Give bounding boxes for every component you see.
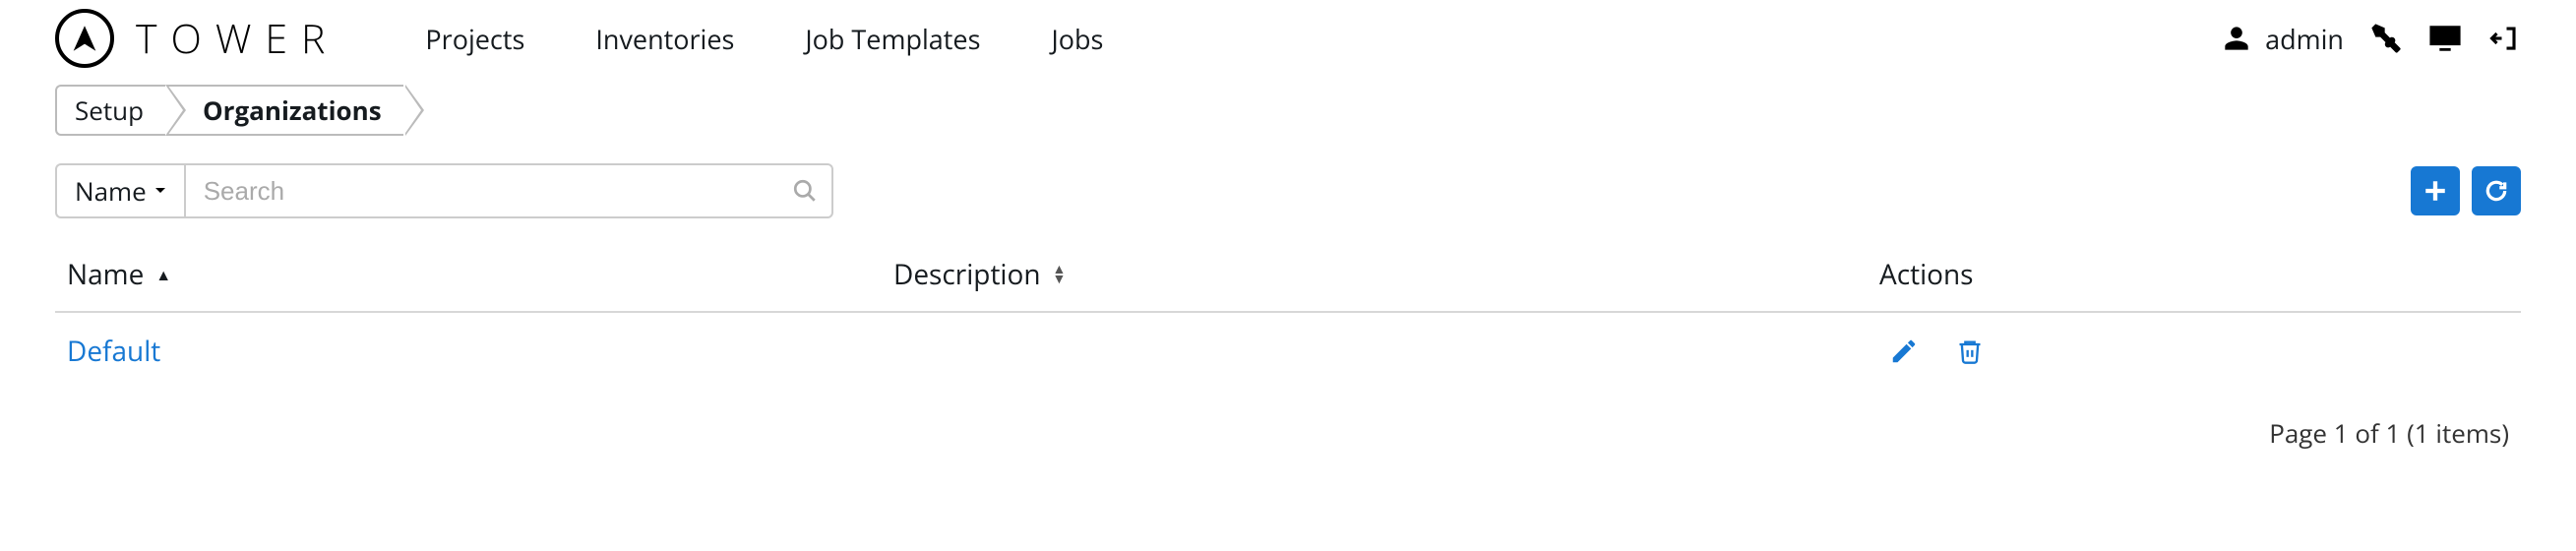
brand-logo-icon bbox=[55, 9, 114, 68]
table-header: Name ▲ Description ▲▼ Actions bbox=[55, 256, 2521, 313]
breadcrumb-label: Organizations bbox=[203, 92, 382, 128]
delete-icon[interactable] bbox=[1956, 337, 1984, 366]
search-box bbox=[184, 163, 833, 218]
refresh-button[interactable] bbox=[2472, 166, 2521, 215]
column-header-label: Actions bbox=[1879, 256, 1974, 293]
edit-icon[interactable] bbox=[1889, 337, 1919, 366]
nav-link-inventories[interactable]: Inventories bbox=[595, 21, 734, 57]
pagination-text: Page 1 of 1 (1 items) bbox=[55, 390, 2521, 451]
breadcrumb-organizations[interactable]: Organizations bbox=[165, 85, 403, 136]
toolbar-right bbox=[2411, 166, 2521, 215]
nav-links: Projects Inventories Job Templates Jobs bbox=[425, 21, 1103, 57]
toolbar: Name bbox=[55, 163, 2521, 218]
sort-asc-icon: ▲ bbox=[155, 264, 171, 285]
search-filter-dropdown[interactable]: Name bbox=[55, 163, 184, 218]
column-header-actions: Actions bbox=[1879, 256, 2509, 293]
row-actions bbox=[1879, 337, 2509, 366]
nav-user-link[interactable]: admin bbox=[2220, 21, 2344, 57]
organizations-table: Name ▲ Description ▲▼ Actions Default bbox=[55, 256, 2521, 390]
plus-icon bbox=[2423, 178, 2448, 204]
search-group: Name bbox=[55, 163, 833, 218]
column-header-name[interactable]: Name ▲ bbox=[67, 256, 893, 293]
brand[interactable]: TOWER bbox=[55, 9, 338, 68]
nav-user-name: admin bbox=[2265, 21, 2344, 57]
breadcrumb-setup[interactable]: Setup bbox=[55, 85, 165, 136]
breadcrumb-label: Setup bbox=[75, 92, 144, 128]
nav-link-projects[interactable]: Projects bbox=[425, 21, 524, 57]
search-input[interactable] bbox=[184, 163, 833, 218]
table-row: Default bbox=[55, 313, 2521, 390]
column-header-description[interactable]: Description ▲▼ bbox=[893, 256, 1879, 293]
settings-icon[interactable] bbox=[2369, 22, 2403, 55]
user-icon bbox=[2220, 22, 2253, 55]
search-filter-label: Name bbox=[75, 173, 147, 209]
breadcrumb: Setup Organizations bbox=[55, 85, 2521, 136]
monitor-icon[interactable] bbox=[2428, 22, 2462, 55]
search-icon[interactable] bbox=[792, 178, 818, 204]
column-header-label: Name bbox=[67, 256, 144, 293]
logout-icon[interactable] bbox=[2487, 22, 2521, 55]
sort-icon: ▲▼ bbox=[1053, 265, 1067, 284]
refresh-icon bbox=[2484, 178, 2509, 204]
nav-link-job-templates[interactable]: Job Templates bbox=[805, 21, 980, 57]
nav-link-jobs[interactable]: Jobs bbox=[1051, 21, 1103, 57]
navbar: TOWER Projects Inventories Job Templates… bbox=[0, 0, 2576, 85]
add-button[interactable] bbox=[2411, 166, 2460, 215]
brand-text: TOWER bbox=[136, 11, 338, 66]
org-name-link[interactable]: Default bbox=[67, 333, 893, 370]
column-header-label: Description bbox=[893, 256, 1041, 293]
caret-down-icon bbox=[154, 187, 166, 195]
nav-right: admin bbox=[2220, 21, 2521, 57]
